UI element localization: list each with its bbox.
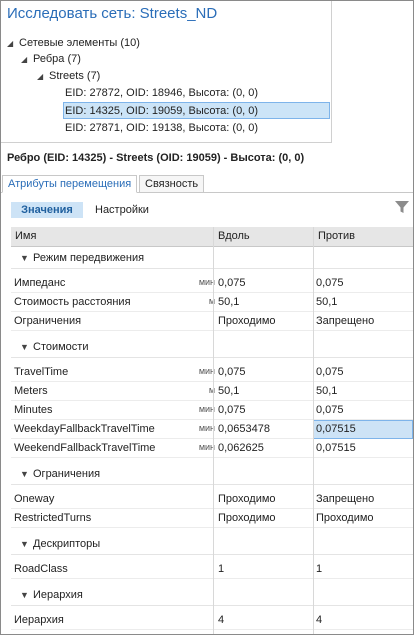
category-row[interactable]: ▼ Иерархия — [11, 586, 413, 606]
attribute-row[interactable]: Ограничения Проходимо Запрещено — [11, 312, 413, 331]
tree-node-streets[interactable]: ◢ Streets (7) — [37, 68, 100, 85]
value-against: 0,075 — [316, 404, 344, 416]
column-header-name[interactable]: Имя — [15, 230, 36, 242]
tree-node-edges[interactable]: ◢ Ребра (7) — [21, 51, 81, 68]
category-label: Иерархия — [33, 589, 83, 601]
attribute-row[interactable]: Стоимость расстояния м 50,1 50,1 — [11, 293, 413, 312]
value-against: Запрещено — [316, 315, 375, 327]
value-against: 0,07515 — [316, 442, 356, 454]
value-against: 50,1 — [316, 296, 338, 308]
value-along: 0,075 — [218, 404, 246, 416]
value-along: 50,1 — [218, 385, 240, 397]
category-label: Стоимости — [33, 341, 89, 353]
attribute-name: Иерархия — [14, 614, 64, 626]
column-separator — [313, 227, 314, 634]
attribute-row[interactable]: RoadClass 1 1 — [11, 560, 413, 579]
column-header-against[interactable]: Против — [318, 230, 355, 242]
attribute-name: Импеданс — [14, 277, 66, 289]
attribute-unit: м — [208, 385, 215, 395]
attribute-row[interactable]: RestrictedTurns Проходимо Проходимо — [11, 509, 413, 528]
explore-network-pane: Исследовать сеть: Streets_ND ◢ Сетевые эл… — [1, 1, 332, 143]
attribute-row[interactable]: Иерархия 4 4 — [11, 611, 413, 630]
value-along: 1 — [218, 563, 225, 575]
category-label: Ограничения — [33, 468, 101, 480]
expand-arrow-icon[interactable]: ◢ — [7, 35, 19, 52]
value-against: 0,07515 — [316, 423, 356, 435]
value-along: Проходимо — [218, 493, 276, 505]
value-along: 4 — [218, 614, 225, 626]
filter-icon[interactable] — [394, 199, 410, 215]
attribute-name: Minutes — [14, 404, 53, 416]
attribute-row[interactable]: WeekdayFallbackTravelTime мин 0,0653478 0,0… — [11, 420, 413, 439]
value-against: 4 — [316, 614, 323, 626]
tree-item-label: EID: 27872, OID: 18946, Высота: (0, 0) — [65, 87, 259, 99]
category-label: Дескрипторы — [33, 538, 101, 550]
value-along: Проходимо — [218, 512, 276, 524]
category-row[interactable]: ▼ Дескрипторы — [11, 535, 413, 555]
attribute-row[interactable]: Импеданс мин 0,075 0,075 — [11, 274, 413, 293]
tab-travel-attributes[interactable]: Атрибуты перемещения — [2, 175, 138, 193]
network-explorer-window: Исследовать сеть: Streets_ND ◢ Сетевые эл… — [0, 0, 414, 635]
tree-node-label: Сетевые элементы (10) — [19, 37, 140, 49]
tree-item-edge[interactable]: EID: 27872, OID: 18946, Высота: (0, 0) — [65, 85, 330, 102]
attribute-name: WeekendFallbackTravelTime — [14, 442, 156, 454]
value-against: 50,1 — [316, 385, 338, 397]
attribute-name: RoadClass — [14, 563, 68, 575]
attribute-row[interactable]: Oneway Проходимо Запрещено — [11, 490, 413, 509]
attribute-name: TravelTime — [14, 366, 69, 378]
attribute-grid: Имя Вдоль Против ▼ Режим передвижения Импе… — [11, 227, 413, 634]
attribute-row[interactable]: Meters м 50,1 50,1 — [11, 382, 413, 401]
tab-connectivity[interactable]: Связность — [139, 175, 205, 193]
value-against: 0,075 — [316, 366, 344, 378]
chevron-down-icon[interactable]: ▼ — [20, 253, 29, 263]
grid-header: Имя Вдоль Против — [11, 227, 413, 247]
attribute-name: Oneway — [14, 493, 55, 505]
value-against: 1 — [316, 563, 323, 575]
value-along: 50,1 — [218, 296, 240, 308]
value-along: 0,075 — [218, 277, 246, 289]
value-along: 0,075 — [218, 366, 246, 378]
value-along: 0,062625 — [218, 442, 264, 454]
value-along: Проходимо — [218, 315, 276, 327]
expand-arrow-icon[interactable]: ◢ — [21, 51, 33, 68]
category-row[interactable]: ▼ Стоимости — [11, 338, 413, 358]
selected-element-header: Ребро (EID: 14325) - Streets (OID: 19059… — [7, 152, 305, 164]
pane-title: Исследовать сеть: Streets_ND — [7, 5, 218, 22]
tree-node-network-elements[interactable]: ◢ Сетевые элементы (10) — [7, 35, 140, 52]
value-against: 0,075 — [316, 277, 344, 289]
category-row[interactable]: ▼ Ограничения — [11, 465, 413, 485]
chevron-down-icon[interactable]: ▼ — [20, 590, 29, 600]
category-label: Режим передвижения — [33, 252, 145, 264]
tree-item-label: EID: 14325, OID: 19059, Высота: (0, 0) — [65, 105, 259, 117]
subtab-settings[interactable]: Настройки — [95, 202, 149, 218]
attribute-name: Meters — [14, 385, 48, 397]
chevron-down-icon[interactable]: ▼ — [20, 342, 29, 352]
attribute-name: Стоимость расстояния — [14, 296, 131, 308]
attribute-unit: м — [208, 296, 215, 306]
column-header-along[interactable]: Вдоль — [218, 230, 250, 242]
expand-arrow-icon[interactable]: ◢ — [37, 68, 49, 85]
attribute-name: RestrictedTurns — [14, 512, 92, 524]
chevron-down-icon[interactable]: ▼ — [20, 469, 29, 479]
attribute-row[interactable]: TravelTime мин 0,075 0,075 — [11, 363, 413, 382]
tree-node-label: Streets (7) — [49, 70, 101, 82]
attribute-row[interactable]: WeekendFallbackTravelTime мин 0,062625 0,07… — [11, 439, 413, 458]
attribute-name: Ограничения — [14, 315, 82, 327]
value-against: Запрещено — [316, 493, 375, 505]
attribute-row[interactable]: Minutes мин 0,075 0,075 — [11, 401, 413, 420]
value-along: 0,0653478 — [218, 423, 270, 435]
chevron-down-icon[interactable]: ▼ — [20, 539, 29, 549]
column-separator — [213, 227, 214, 634]
detail-tabs: Атрибуты перемещения Связность — [1, 175, 413, 193]
attribute-name: WeekdayFallbackTravelTime — [14, 423, 155, 435]
category-row[interactable]: ▼ Режим передвижения — [11, 249, 413, 269]
value-against: Проходимо — [316, 512, 374, 524]
subtab-values[interactable]: Значения — [11, 202, 83, 218]
tree-item-edge-selected[interactable]: EID: 14325, OID: 19059, Высота: (0, 0) — [63, 102, 330, 119]
tree-node-label: Ребра (7) — [33, 53, 81, 65]
tree-item-edge[interactable]: EID: 27871, OID: 19138, Высота: (0, 0) — [65, 120, 330, 137]
tree-item-label: EID: 27871, OID: 19138, Высота: (0, 0) — [65, 122, 259, 134]
